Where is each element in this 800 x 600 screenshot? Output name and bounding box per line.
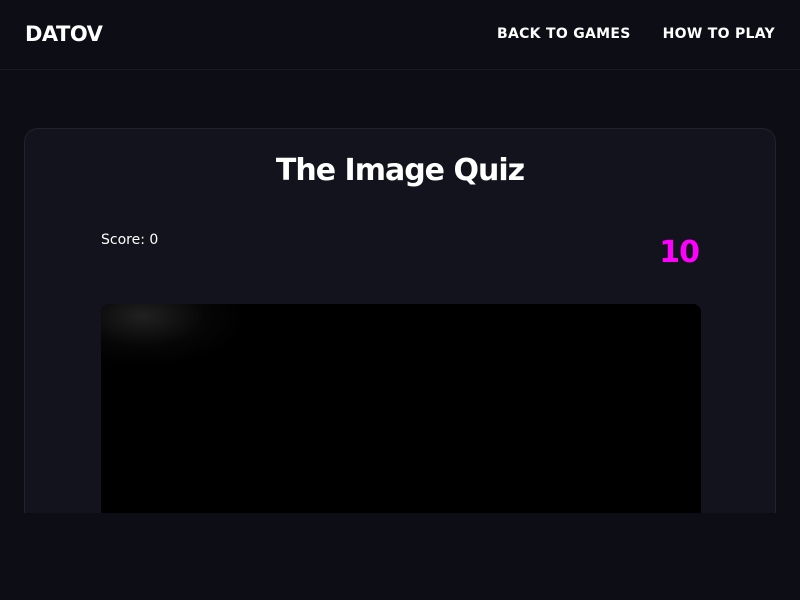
- top-navigation-bar: DATOV BACK TO GAMES HOW TO PLAY: [0, 0, 800, 70]
- countdown-timer: 10: [659, 235, 700, 270]
- score-display: Score: 0: [101, 232, 159, 248]
- game-title: The Image Quiz: [275, 153, 525, 188]
- site-logo[interactable]: DATOV: [25, 22, 103, 46]
- quiz-image: [101, 304, 701, 527]
- back-to-games-link[interactable]: BACK TO GAMES: [497, 26, 631, 42]
- quiz-card: The Image Quiz Score: 0 10: [24, 128, 776, 528]
- image-reveal-glow: [101, 304, 241, 364]
- how-to-play-link[interactable]: HOW TO PLAY: [663, 26, 775, 42]
- page-background-lower: [0, 513, 800, 600]
- main-nav: BACK TO GAMES HOW TO PLAY: [497, 26, 775, 42]
